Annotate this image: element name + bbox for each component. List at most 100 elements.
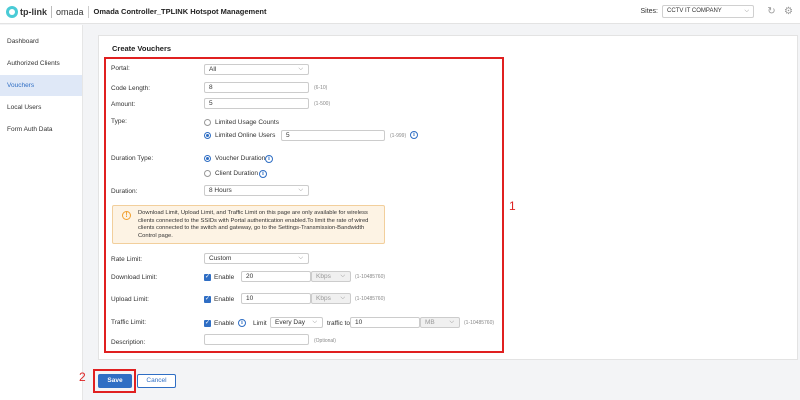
chevron-down-icon: ⌵ bbox=[298, 66, 303, 72]
code-length-hint: (6-10) bbox=[314, 85, 328, 91]
online-users-value: 5 bbox=[286, 132, 290, 139]
sidebar-item-form-auth-data[interactable]: Form Auth Data bbox=[0, 119, 82, 140]
traffic-enable-checkbox[interactable]: ✓ bbox=[204, 320, 211, 327]
download-enable-checkbox[interactable]: ✓ bbox=[204, 274, 211, 281]
rate-limit-label: Rate Limit: bbox=[111, 256, 143, 263]
chevron-down-icon: ⌵ bbox=[449, 319, 454, 325]
limited-online-users-label: Limited Online Users bbox=[215, 132, 276, 139]
sidebar-item-dashboard[interactable]: Dashboard bbox=[0, 31, 82, 52]
info-icon[interactable]: i bbox=[410, 131, 418, 139]
portal-select[interactable]: All ⌵ bbox=[204, 64, 309, 75]
sites-dropdown[interactable]: CCTV IT COMPANY ⌵ bbox=[662, 5, 754, 18]
code-length-value: 8 bbox=[209, 84, 213, 91]
page-title: Create Vouchers bbox=[112, 44, 172, 53]
upload-enable-checkbox[interactable]: ✓ bbox=[204, 296, 211, 303]
brand-omada: omada bbox=[56, 6, 84, 17]
chevron-down-icon: ⌵ bbox=[312, 319, 317, 325]
traffic-to-text: traffic to bbox=[327, 320, 351, 327]
chevron-down-icon: ⌵ bbox=[340, 273, 345, 279]
portal-label: Portal: bbox=[111, 65, 130, 72]
amount-input[interactable]: 5 bbox=[204, 98, 309, 109]
traffic-unit-select[interactable]: MB ⌵ bbox=[420, 317, 460, 328]
rate-limit-select[interactable]: Custom ⌵ bbox=[204, 253, 309, 264]
logo: tp-link omada bbox=[0, 0, 84, 24]
traffic-limit-value: 10 bbox=[355, 319, 363, 326]
brand-tplink: tp-link bbox=[20, 6, 47, 17]
annotation-label-2: 2 bbox=[79, 370, 86, 384]
info-icon[interactable]: i bbox=[238, 319, 246, 327]
sites-selector: Sites: CCTV IT COMPANY ⌵ bbox=[640, 5, 754, 18]
type-label: Type: bbox=[111, 118, 127, 125]
online-users-input[interactable]: 5 bbox=[281, 130, 385, 141]
sidebar: Dashboard Authorized Clients Vouchers Lo… bbox=[0, 25, 83, 400]
sites-value: CCTV IT COMPANY bbox=[667, 8, 722, 14]
download-limit-hint: (1-10485760) bbox=[355, 274, 386, 280]
sidebar-item-authorized-clients[interactable]: Authorized Clients bbox=[0, 53, 82, 74]
download-enable-label: Enable bbox=[214, 274, 235, 281]
radio-voucher-duration[interactable] bbox=[204, 155, 211, 162]
refresh-icon[interactable]: ↻ bbox=[766, 6, 777, 17]
amount-label: Amount: bbox=[111, 101, 136, 108]
online-users-hint: (1-999) bbox=[390, 133, 407, 139]
traffic-limit-hint: (1-10485760) bbox=[464, 320, 495, 326]
sites-label: Sites: bbox=[640, 8, 658, 15]
sidebar-item-vouchers[interactable]: Vouchers bbox=[0, 75, 82, 96]
upload-unit-value: Kbps bbox=[316, 295, 331, 302]
chevron-down-icon: ⌵ bbox=[744, 8, 749, 14]
chevron-down-icon: ⌵ bbox=[298, 255, 303, 261]
app-title: Omada Controller_TPLINK Hotspot Manageme… bbox=[87, 5, 266, 18]
amount-hint: (1-500) bbox=[314, 101, 331, 107]
description-hint: (Optional) bbox=[314, 338, 336, 344]
radio-limited-usage-counts[interactable] bbox=[204, 119, 211, 126]
traffic-limit-text: Limit bbox=[253, 320, 267, 327]
code-length-input[interactable]: 8 bbox=[204, 82, 309, 93]
client-duration-label: Client Duration bbox=[215, 170, 258, 177]
amount-value: 5 bbox=[209, 100, 213, 107]
warning-text: Download Limit, Upload Limit, and Traffi… bbox=[138, 210, 369, 239]
save-button[interactable]: Save bbox=[98, 374, 132, 388]
limited-usage-counts-label: Limited Usage Counts bbox=[215, 119, 279, 126]
logo-divider bbox=[51, 5, 52, 18]
rate-limit-value: Custom bbox=[209, 255, 232, 262]
download-limit-input[interactable]: 20 bbox=[241, 271, 311, 282]
chevron-down-icon: ⌵ bbox=[298, 187, 303, 193]
duration-label: Duration: bbox=[111, 188, 138, 195]
download-limit-label: Download Limit: bbox=[111, 274, 158, 281]
upload-unit-select[interactable]: Kbps ⌵ bbox=[311, 293, 351, 304]
sidebar-item-local-users[interactable]: Local Users bbox=[0, 97, 82, 118]
download-unit-value: Kbps bbox=[316, 273, 331, 280]
duration-type-label: Duration Type: bbox=[111, 155, 154, 162]
upload-enable-label: Enable bbox=[214, 296, 235, 303]
description-label: Description: bbox=[111, 339, 146, 346]
download-limit-value: 20 bbox=[246, 273, 254, 280]
traffic-unit-value: MB bbox=[425, 319, 435, 326]
annotation-label-1: 1 bbox=[509, 199, 516, 213]
settings-icon[interactable]: ⚙ bbox=[783, 6, 794, 17]
download-unit-select[interactable]: Kbps ⌵ bbox=[311, 271, 351, 282]
portal-value: All bbox=[209, 66, 217, 73]
bandwidth-warning: ! Download Limit, Upload Limit, and Traf… bbox=[112, 205, 385, 244]
upload-limit-label: Upload Limit: bbox=[111, 296, 149, 303]
upload-limit-input[interactable]: 10 bbox=[241, 293, 311, 304]
voucher-duration-label: Voucher Duration bbox=[215, 155, 266, 162]
duration-select[interactable]: 8 Hours ⌵ bbox=[204, 185, 309, 196]
upload-limit-value: 10 bbox=[246, 295, 254, 302]
duration-value: 8 Hours bbox=[209, 187, 232, 194]
chevron-down-icon: ⌵ bbox=[340, 295, 345, 301]
radio-client-duration[interactable] bbox=[204, 170, 211, 177]
description-input[interactable] bbox=[204, 334, 309, 345]
radio-limited-online-users[interactable] bbox=[204, 132, 211, 139]
traffic-limit-input[interactable]: 10 bbox=[350, 317, 420, 328]
info-icon[interactable]: i bbox=[265, 155, 273, 163]
traffic-limit-label: Traffic Limit: bbox=[111, 319, 147, 326]
top-bar: tp-link omada Omada Controller_TPLINK Ho… bbox=[0, 0, 800, 24]
upload-limit-hint: (1-10485760) bbox=[355, 296, 386, 302]
traffic-period-value: Every Day bbox=[275, 319, 305, 326]
traffic-period-select[interactable]: Every Day ⌵ bbox=[270, 317, 323, 328]
info-icon[interactable]: i bbox=[259, 170, 267, 178]
traffic-enable-label: Enable bbox=[214, 320, 235, 327]
tplink-logo-icon bbox=[6, 5, 18, 18]
cancel-button[interactable]: Cancel bbox=[137, 374, 176, 388]
warning-icon: ! bbox=[122, 211, 131, 220]
code-length-label: Code Length: bbox=[111, 85, 151, 92]
